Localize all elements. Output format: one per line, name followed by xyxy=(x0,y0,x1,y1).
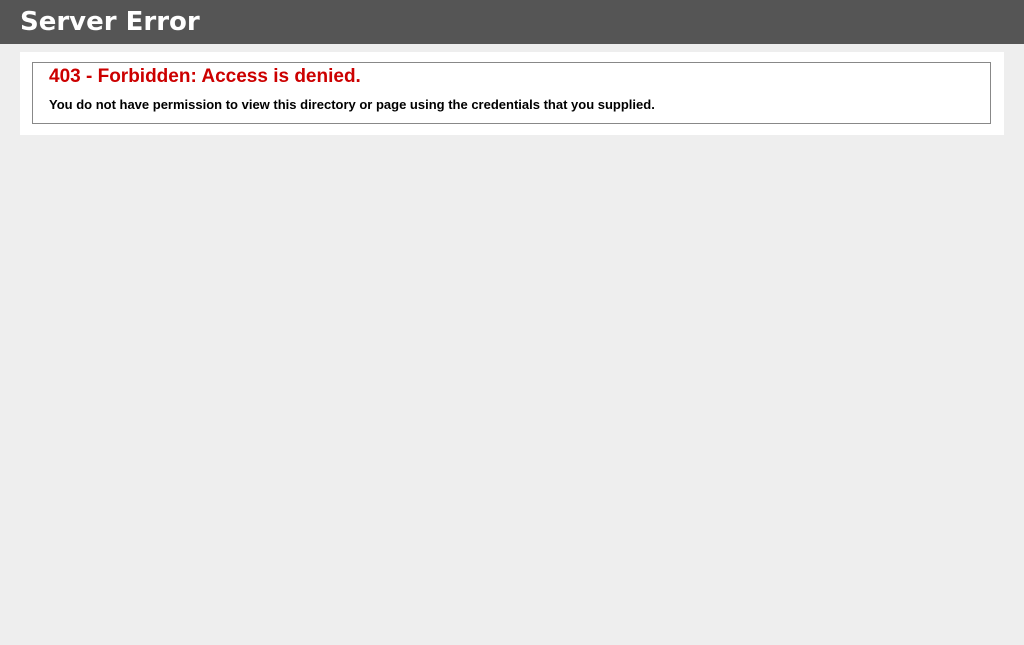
content-panel: 403 - Forbidden: Access is denied. You d… xyxy=(20,52,1004,135)
error-heading: 403 - Forbidden: Access is denied. xyxy=(49,66,361,87)
page-header: Server Error xyxy=(0,0,1024,44)
header-title: Server Error xyxy=(20,7,200,37)
error-box: 403 - Forbidden: Access is denied. You d… xyxy=(32,62,991,124)
error-message: You do not have permission to view this … xyxy=(49,97,655,112)
